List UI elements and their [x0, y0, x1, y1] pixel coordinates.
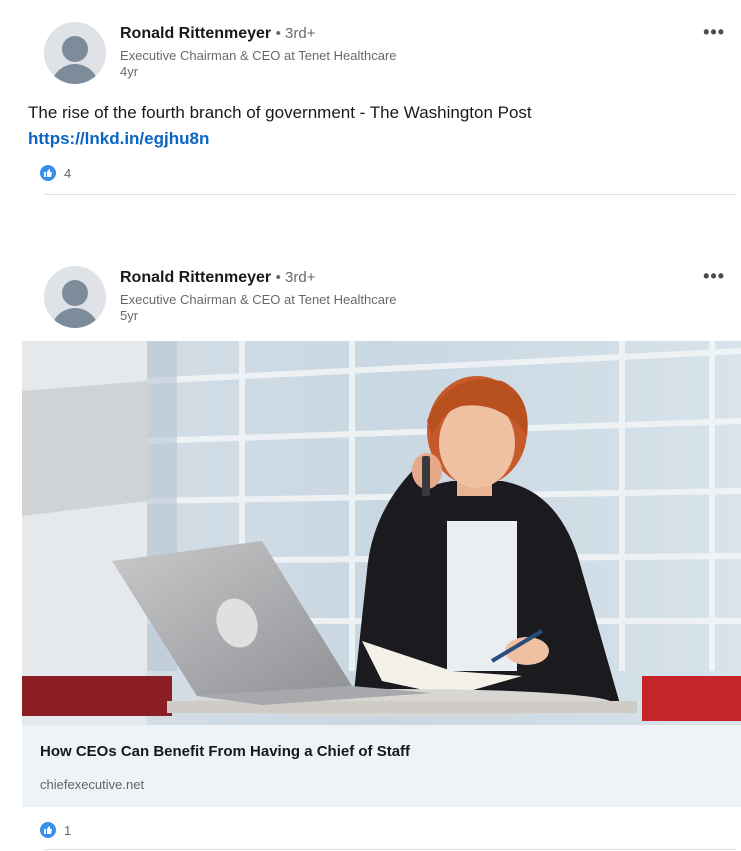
author-line: Ronald Rittenmeyer • 3rd+	[120, 25, 315, 43]
ellipsis-icon[interactable]: •••	[703, 22, 725, 43]
article-image[interactable]	[22, 341, 741, 725]
post-text: The rise of the fourth branch of governm…	[28, 103, 532, 122]
reaction-number: 1	[64, 822, 72, 838]
reactions-count[interactable]: 4	[40, 165, 71, 181]
post-link[interactable]: https://lnkd.in/egjhu8n	[28, 127, 209, 151]
article-source: chiefexecutive.net	[40, 777, 145, 792]
article-title[interactable]: How CEOs Can Benefit From Having a Chief…	[40, 743, 410, 760]
like-thumb-icon	[40, 165, 56, 181]
author-name[interactable]: Ronald Rittenmeyer	[120, 25, 271, 42]
divider	[44, 194, 737, 195]
feed-post: Ronald Rittenmeyer • 3rd+ Executive Chai…	[0, 252, 741, 851]
ellipsis-icon[interactable]: •••	[703, 266, 725, 287]
article-card[interactable]: How CEOs Can Benefit From Having a Chief…	[22, 725, 741, 807]
author-name[interactable]: Ronald Rittenmeyer	[120, 269, 271, 286]
reactions-count[interactable]: 1	[40, 822, 71, 838]
connection-degree: • 3rd+	[275, 269, 316, 286]
author-headline: Executive Chairman & CEO at Tenet Health…	[120, 48, 397, 63]
author-headline: Executive Chairman & CEO at Tenet Health…	[120, 292, 397, 307]
post-time: 5yr	[120, 308, 139, 323]
person-avatar-icon[interactable]	[44, 266, 106, 328]
author-line: Ronald Rittenmeyer • 3rd+	[120, 269, 315, 287]
like-thumb-icon	[40, 822, 56, 838]
connection-degree: • 3rd+	[275, 25, 316, 42]
feed-post: Ronald Rittenmeyer • 3rd+ Executive Chai…	[0, 0, 741, 200]
post-time: 4yr	[120, 64, 139, 79]
divider	[44, 849, 737, 850]
person-avatar-icon[interactable]	[44, 22, 106, 84]
reaction-number: 4	[64, 165, 72, 181]
